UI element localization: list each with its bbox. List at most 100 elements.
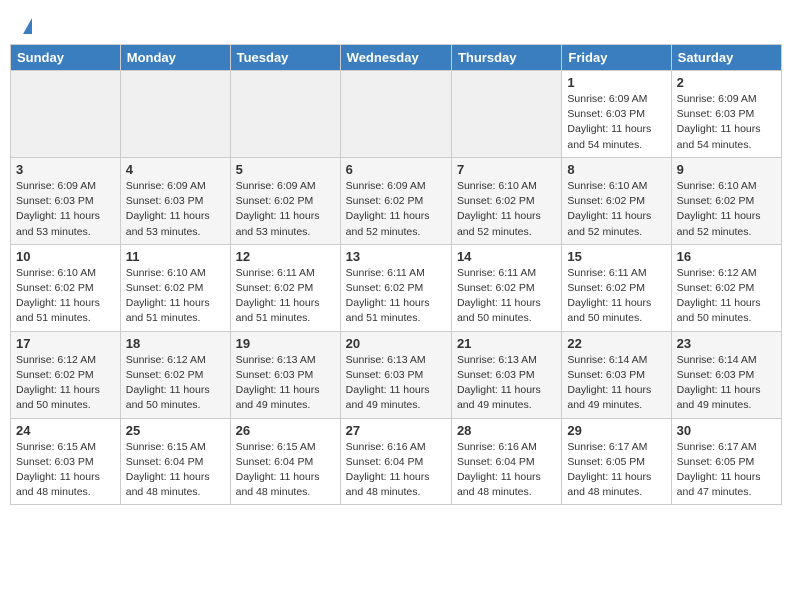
day-info: Sunrise: 6:10 AMSunset: 6:02 PMDaylight:… — [126, 266, 225, 327]
day-info: Sunrise: 6:09 AMSunset: 6:03 PMDaylight:… — [126, 179, 225, 240]
weekday-header-sunday: Sunday — [11, 45, 121, 71]
day-number: 3 — [16, 162, 115, 177]
calendar-cell: 10Sunrise: 6:10 AMSunset: 6:02 PMDayligh… — [11, 244, 121, 331]
day-number: 23 — [677, 336, 776, 351]
calendar-cell — [120, 71, 230, 158]
calendar-cell: 27 Sunrise: 6:16 AMSunset: 6:04 PMDayligh… — [340, 418, 451, 505]
day-info: Sunrise: 6:09 AMSunset: 6:02 PMDaylight:… — [346, 179, 446, 240]
day-number: 19 — [236, 336, 335, 351]
day-number: 7 — [457, 162, 556, 177]
calendar-cell: 12 Sunrise: 6:11 AMSunset: 6:02 PMDayligh… — [230, 244, 340, 331]
calendar-cell: 13Sunrise: 6:11 AMSunset: 6:02 PMDayligh… — [340, 244, 451, 331]
calendar-cell: 5 Sunrise: 6:09 AMSunset: 6:02 PMDaylight… — [230, 157, 340, 244]
day-number: 12 — [236, 249, 335, 264]
day-number: 11 — [126, 249, 225, 264]
day-info: Sunrise: 6:10 AMSunset: 6:02 PMDaylight:… — [677, 179, 776, 240]
day-number: 15 — [567, 249, 665, 264]
calendar-cell: 22 Sunrise: 6:14 AMSunset: 6:03 PMDayligh… — [562, 331, 671, 418]
calendar-cell: 30 Sunrise: 6:17 AMSunset: 6:05 PMDayligh… — [671, 418, 781, 505]
day-info: Sunrise: 6:10 AMSunset: 6:02 PMDaylight:… — [457, 179, 556, 240]
calendar-cell: 16 Sunrise: 6:12 AMSunset: 6:02 PMDayligh… — [671, 244, 781, 331]
day-number: 4 — [126, 162, 225, 177]
day-info: Sunrise: 6:11 AMSunset: 6:02 PMDaylight:… — [567, 266, 665, 327]
calendar-cell: 2 Sunrise: 6:09 AMSunset: 6:03 PMDaylight… — [671, 71, 781, 158]
day-number: 20 — [346, 336, 446, 351]
calendar-cell: 11 Sunrise: 6:10 AMSunset: 6:02 PMDayligh… — [120, 244, 230, 331]
day-info: Sunrise: 6:12 AMSunset: 6:02 PMDaylight:… — [677, 266, 776, 327]
day-info: Sunrise: 6:11 AMSunset: 6:02 PMDaylight:… — [236, 266, 335, 327]
weekday-header-saturday: Saturday — [671, 45, 781, 71]
calendar-cell: 1 Sunrise: 6:09 AMSunset: 6:03 PMDaylight… — [562, 71, 671, 158]
logo-triangle-icon — [23, 18, 32, 34]
day-number: 26 — [236, 423, 335, 438]
day-number: 22 — [567, 336, 665, 351]
day-number: 29 — [567, 423, 665, 438]
day-info: Sunrise: 6:13 AMSunset: 6:03 PMDaylight:… — [346, 353, 446, 414]
day-info: Sunrise: 6:17 AMSunset: 6:05 PMDaylight:… — [567, 440, 665, 501]
weekday-header-thursday: Thursday — [451, 45, 561, 71]
day-info: Sunrise: 6:09 AMSunset: 6:03 PMDaylight:… — [677, 92, 776, 153]
day-number: 14 — [457, 249, 556, 264]
day-info: Sunrise: 6:12 AMSunset: 6:02 PMDaylight:… — [126, 353, 225, 414]
calendar-cell: 19 Sunrise: 6:13 AMSunset: 6:03 PMDayligh… — [230, 331, 340, 418]
calendar-cell: 20 Sunrise: 6:13 AMSunset: 6:03 PMDayligh… — [340, 331, 451, 418]
day-number: 28 — [457, 423, 556, 438]
day-number: 30 — [677, 423, 776, 438]
calendar-cell: 24 Sunrise: 6:15 AMSunset: 6:03 PMDayligh… — [11, 418, 121, 505]
calendar-cell — [230, 71, 340, 158]
day-number: 8 — [567, 162, 665, 177]
day-info: Sunrise: 6:09 AMSunset: 6:03 PMDaylight:… — [567, 92, 665, 153]
calendar-cell: 25Sunrise: 6:15 AMSunset: 6:04 PMDayligh… — [120, 418, 230, 505]
day-info: Sunrise: 6:14 AMSunset: 6:03 PMDaylight:… — [567, 353, 665, 414]
day-info: Sunrise: 6:12 AMSunset: 6:02 PMDaylight:… — [16, 353, 115, 414]
calendar-table: SundayMondayTuesdayWednesdayThursdayFrid… — [10, 44, 782, 505]
calendar-cell: 29 Sunrise: 6:17 AMSunset: 6:05 PMDayligh… — [562, 418, 671, 505]
day-number: 6 — [346, 162, 446, 177]
calendar-cell: 4 Sunrise: 6:09 AMSunset: 6:03 PMDaylight… — [120, 157, 230, 244]
day-number: 5 — [236, 162, 335, 177]
calendar-cell: 6 Sunrise: 6:09 AMSunset: 6:02 PMDaylight… — [340, 157, 451, 244]
calendar-cell: 26 Sunrise: 6:15 AMSunset: 6:04 PMDayligh… — [230, 418, 340, 505]
calendar-cell: 14Sunrise: 6:11 AMSunset: 6:02 PMDayligh… — [451, 244, 561, 331]
calendar-cell: 21 Sunrise: 6:13 AMSunset: 6:03 PMDayligh… — [451, 331, 561, 418]
calendar-cell: 9 Sunrise: 6:10 AMSunset: 6:02 PMDaylight… — [671, 157, 781, 244]
weekday-header-tuesday: Tuesday — [230, 45, 340, 71]
day-info: Sunrise: 6:17 AMSunset: 6:05 PMDaylight:… — [677, 440, 776, 501]
day-number: 24 — [16, 423, 115, 438]
day-number: 18 — [126, 336, 225, 351]
day-number: 21 — [457, 336, 556, 351]
calendar-cell: 8 Sunrise: 6:10 AMSunset: 6:02 PMDaylight… — [562, 157, 671, 244]
day-number: 2 — [677, 75, 776, 90]
calendar-week-row: 17 Sunrise: 6:12 AMSunset: 6:02 PMDayligh… — [11, 331, 782, 418]
calendar-cell — [340, 71, 451, 158]
weekday-header-friday: Friday — [562, 45, 671, 71]
day-info: Sunrise: 6:09 AMSunset: 6:03 PMDaylight:… — [16, 179, 115, 240]
calendar-cell — [451, 71, 561, 158]
day-info: Sunrise: 6:15 AMSunset: 6:04 PMDaylight:… — [126, 440, 225, 501]
day-info: Sunrise: 6:10 AMSunset: 6:02 PMDaylight:… — [567, 179, 665, 240]
calendar-cell: 3 Sunrise: 6:09 AMSunset: 6:03 PMDaylight… — [11, 157, 121, 244]
calendar-cell: 28Sunrise: 6:16 AMSunset: 6:04 PMDayligh… — [451, 418, 561, 505]
calendar-week-row: 10Sunrise: 6:10 AMSunset: 6:02 PMDayligh… — [11, 244, 782, 331]
day-info: Sunrise: 6:13 AMSunset: 6:03 PMDaylight:… — [457, 353, 556, 414]
day-info: Sunrise: 6:16 AMSunset: 6:04 PMDaylight:… — [346, 440, 446, 501]
calendar-week-row: 1 Sunrise: 6:09 AMSunset: 6:03 PMDaylight… — [11, 71, 782, 158]
calendar-cell — [11, 71, 121, 158]
calendar-cell: 23 Sunrise: 6:14 AMSunset: 6:03 PMDayligh… — [671, 331, 781, 418]
weekday-header-wednesday: Wednesday — [340, 45, 451, 71]
day-number: 16 — [677, 249, 776, 264]
day-number: 1 — [567, 75, 665, 90]
day-info: Sunrise: 6:15 AMSunset: 6:04 PMDaylight:… — [236, 440, 335, 501]
calendar-cell: 7 Sunrise: 6:10 AMSunset: 6:02 PMDaylight… — [451, 157, 561, 244]
day-info: Sunrise: 6:09 AMSunset: 6:02 PMDaylight:… — [236, 179, 335, 240]
day-info: Sunrise: 6:11 AMSunset: 6:02 PMDaylight:… — [346, 266, 446, 327]
day-number: 9 — [677, 162, 776, 177]
day-info: Sunrise: 6:10 AMSunset: 6:02 PMDaylight:… — [16, 266, 115, 327]
day-number: 17 — [16, 336, 115, 351]
weekday-header-monday: Monday — [120, 45, 230, 71]
calendar-week-row: 24 Sunrise: 6:15 AMSunset: 6:03 PMDayligh… — [11, 418, 782, 505]
day-info: Sunrise: 6:14 AMSunset: 6:03 PMDaylight:… — [677, 353, 776, 414]
day-info: Sunrise: 6:15 AMSunset: 6:03 PMDaylight:… — [16, 440, 115, 501]
day-number: 27 — [346, 423, 446, 438]
day-info: Sunrise: 6:13 AMSunset: 6:03 PMDaylight:… — [236, 353, 335, 414]
